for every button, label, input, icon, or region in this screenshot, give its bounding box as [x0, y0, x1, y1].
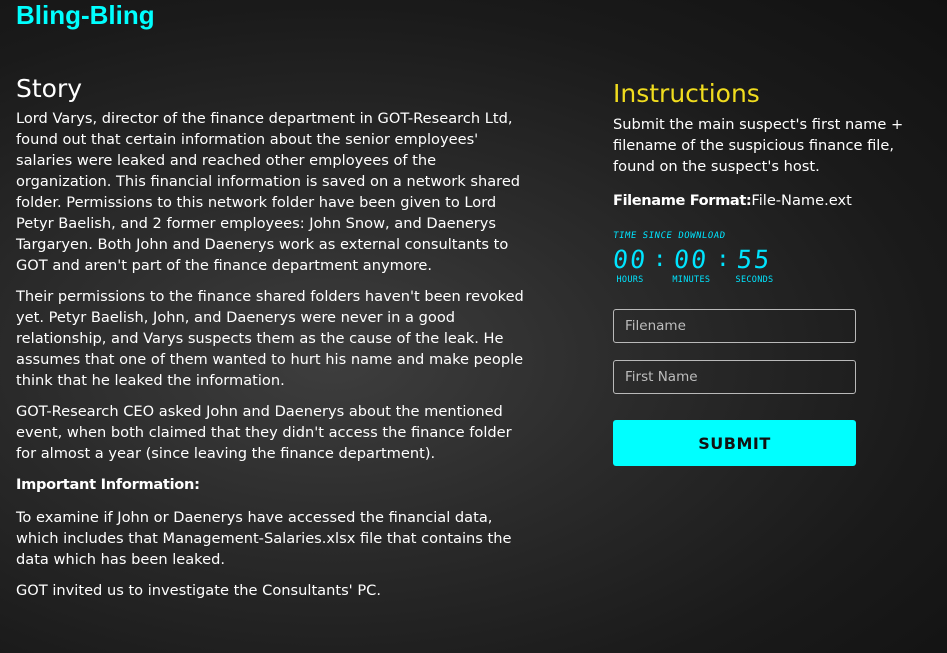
- download-timer: Time Since Download 00 HOURS : 00 MINUTE…: [611, 231, 913, 285]
- timer-hours-value: 00: [611, 245, 649, 274]
- story-paragraph-2: Their permissions to the finance shared …: [16, 288, 524, 389]
- story-paragraph-5: GOT invited us to investigate the Consul…: [16, 582, 381, 599]
- timer-title: Time Since Download: [612, 231, 727, 241]
- instructions-panel: Instructions Submit the main suspect's f…: [611, 78, 913, 466]
- timer-seconds-label: SECONDS: [735, 275, 774, 285]
- story-heading: Story: [16, 74, 83, 103]
- app-title: Bling-Bling: [16, 0, 155, 30]
- timer-separator: :: [716, 247, 730, 272]
- filename-format: Filename Format:File-Name.ext: [613, 191, 913, 211]
- timer-hours: 00 HOURS: [611, 245, 649, 285]
- story-paragraph-1: Lord Varys, director of the finance depa…: [16, 110, 521, 274]
- timer-minutes-label: MINUTES: [672, 275, 711, 285]
- filename-format-label: Filename Format:: [613, 192, 752, 209]
- filename-input[interactable]: [613, 309, 856, 343]
- timer-hours-label: HOURS: [616, 275, 644, 285]
- story-paragraph-3: GOT-Research CEO asked John and Daenerys…: [16, 403, 512, 462]
- timer-seconds: 55 SECONDS: [735, 245, 774, 285]
- first-name-input[interactable]: [613, 360, 856, 394]
- timer-minutes-value: 00: [672, 245, 710, 274]
- submit-button[interactable]: SUBMIT: [613, 420, 856, 466]
- story-paragraph-4: To examine if John or Daenerys have acce…: [16, 509, 512, 568]
- timer-row: 00 HOURS : 00 MINUTES : 55 SECONDS: [611, 245, 913, 285]
- important-information-heading: Important Information:: [16, 476, 200, 493]
- instructions-heading: Instructions: [613, 79, 760, 108]
- story-section: Story Lord Varys, director of the financ…: [16, 74, 526, 611]
- instructions-description: Submit the main suspect's first name + f…: [613, 116, 904, 175]
- filename-format-value: File-Name.ext: [751, 192, 852, 209]
- timer-separator: :: [653, 247, 667, 272]
- timer-seconds-value: 55: [735, 245, 774, 274]
- timer-minutes: 00 MINUTES: [672, 245, 711, 285]
